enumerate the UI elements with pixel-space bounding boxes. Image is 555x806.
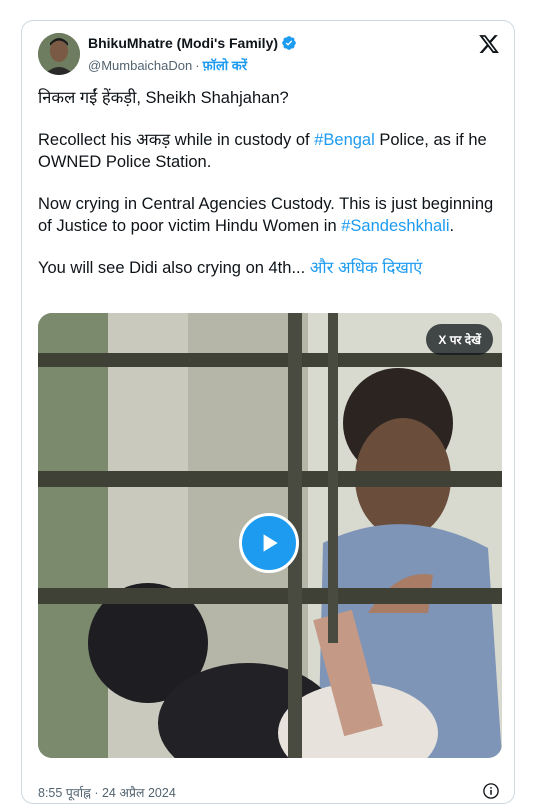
view-on-x-button[interactable]: X पर देखें <box>426 324 493 355</box>
tweet-paragraph-3: Now crying in Central Agencies Custody. … <box>38 193 503 237</box>
avatar[interactable] <box>38 33 80 75</box>
author-handle[interactable]: @MumbaichaDon <box>88 58 192 73</box>
verified-badge-icon <box>282 36 296 50</box>
tweet-paragraph-4: You will see Didi also crying on 4th... … <box>38 257 503 279</box>
video-player[interactable]: X पर देखें <box>38 313 502 758</box>
author-display-name[interactable]: BhikuMhatre (Modi's Family) <box>88 35 278 51</box>
play-icon <box>263 534 278 552</box>
follow-button[interactable]: फ़ॉलो करें <box>203 56 247 74</box>
play-button[interactable] <box>239 513 299 573</box>
x-logo-icon[interactable] <box>478 33 500 55</box>
tweet-text: निकल गईं हेंकड़ी, Sheikh Shahjahan? Reco… <box>38 87 503 299</box>
tweet-timestamp[interactable]: 8:55 पूर्वाह्न · 24 अप्रैल 2024 <box>38 784 176 801</box>
info-icon[interactable] <box>482 782 500 800</box>
tweet-card[interactable]: BhikuMhatre (Modi's Family) @MumbaichaDo… <box>21 20 515 804</box>
separator-dot: · <box>195 57 200 73</box>
hashtag-bengal[interactable]: #Bengal <box>314 131 375 149</box>
tweet-text-segment: Recollect his अकड़ while in custody of <box>38 131 315 149</box>
show-more-link[interactable]: और अधिक दिखाएं <box>310 259 422 277</box>
hashtag-sandeshkhali[interactable]: #Sandeshkhali <box>341 217 449 235</box>
tweet-line-1: निकल गईं हेंकड़ी, Sheikh Shahjahan? <box>38 89 289 107</box>
tweet-text-segment: . <box>449 217 455 235</box>
tweet-paragraph-2: Recollect his अकड़ while in custody of #… <box>38 129 503 173</box>
tweet-text-segment: You will see Didi also crying on 4th... <box>38 259 310 277</box>
